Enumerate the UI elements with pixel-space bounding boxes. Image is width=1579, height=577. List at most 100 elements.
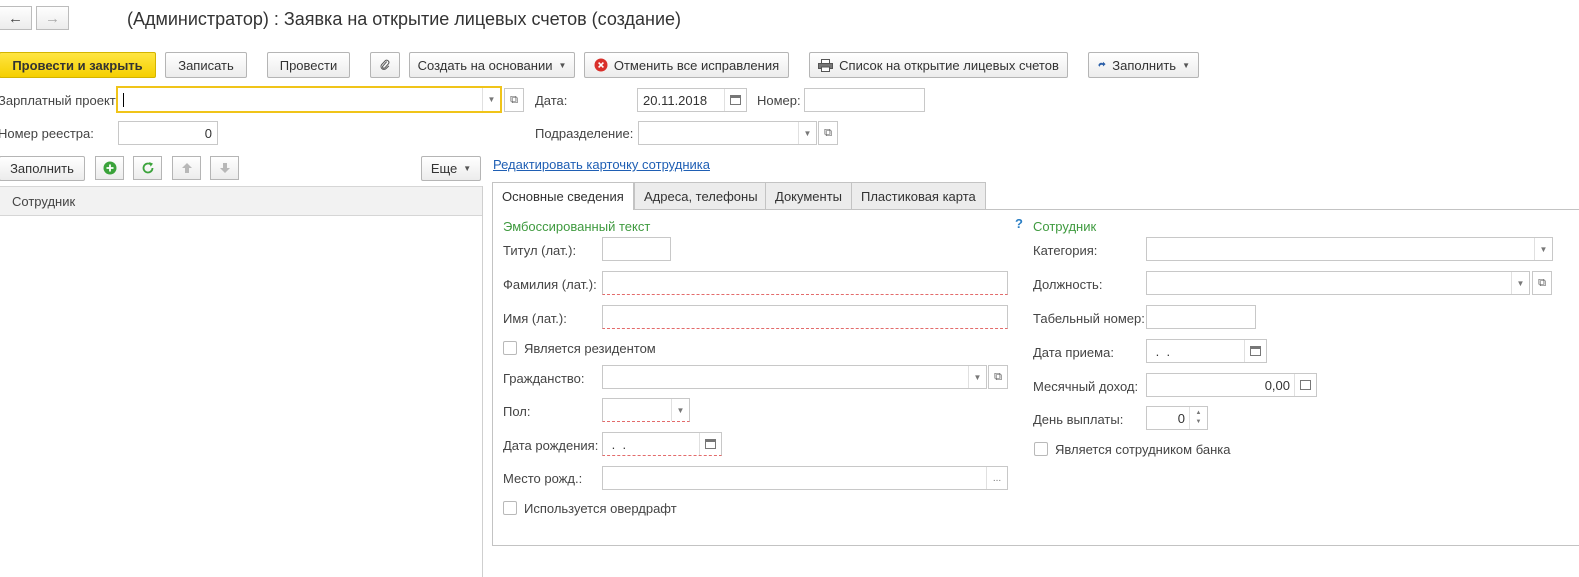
forward-button[interactable]: → [36, 6, 69, 30]
open-citizenship-button[interactable]: ⧉ [988, 365, 1008, 389]
window-title: (Администратор) : Заявка на открытие лиц… [127, 9, 682, 29]
category-field[interactable]: ▼ [1146, 237, 1553, 261]
dropdown-arrow-icon[interactable]: ▼ [671, 399, 689, 421]
birth-date-field[interactable]: . . [602, 432, 722, 456]
cancel-circle-icon [594, 58, 608, 72]
title-lat-field[interactable] [602, 237, 671, 261]
post-label: Провести [279, 57, 338, 73]
save-button[interactable]: Записать [165, 52, 247, 78]
tab-documents[interactable]: Документы [765, 182, 853, 209]
caret-down-icon: ▼ [463, 164, 472, 173]
employee-list[interactable] [0, 216, 482, 577]
post-button[interactable]: Провести [267, 52, 350, 78]
fill-menu-button[interactable]: Заполнить ▼ [1088, 52, 1199, 78]
edit-employee-card-link[interactable]: Редактировать карточку сотрудника [493, 157, 710, 172]
arrow-right-icon: → [45, 9, 60, 27]
number-field[interactable] [804, 88, 925, 112]
date-field[interactable]: 20.11.2018 [637, 88, 747, 112]
list-fill-label: Заполнить [10, 161, 74, 176]
calculator-icon [1300, 380, 1311, 390]
help-icon[interactable]: ? [1015, 216, 1023, 231]
tab-addresses-phones[interactable]: Адреса, телефоны [634, 182, 768, 209]
open-window-icon: ⧉ [824, 126, 832, 139]
calendar-button[interactable] [699, 433, 721, 455]
arrow-up-icon [181, 163, 192, 173]
resident-label: Является резидентом [524, 341, 656, 356]
fill-menu-label: Заполнить [1112, 57, 1177, 73]
monthly-income-label: Месячный доход: [1033, 379, 1139, 394]
division-field[interactable]: ▼ [638, 121, 817, 145]
dropdown-arrow-icon[interactable]: ▼ [968, 366, 986, 388]
cancel-corrections-button[interactable]: Отменить все исправления [584, 52, 789, 78]
arrow-left-icon: ← [8, 9, 23, 27]
refresh-button[interactable] [133, 156, 162, 180]
move-up-button[interactable] [172, 156, 201, 180]
text-cursor [123, 93, 124, 107]
salary-project-field[interactable]: ▼ [116, 86, 502, 113]
tab-addresses-phones-label: Адреса, телефоны [644, 188, 758, 204]
calendar-icon [705, 439, 716, 449]
open-division-button[interactable]: ⧉ [818, 121, 838, 145]
post-and-close-button[interactable]: Провести и закрыть [0, 52, 156, 78]
open-window-icon: ⧉ [510, 93, 518, 106]
hire-date-field[interactable]: . . [1146, 339, 1267, 363]
list-accounts-button[interactable]: Список на открытие лицевых счетов [809, 52, 1068, 78]
bank-employee-label: Является сотрудником банка [1055, 442, 1231, 457]
dropdown-arrow-icon[interactable]: ▼ [798, 122, 816, 144]
overdraft-checkbox[interactable] [503, 501, 517, 515]
caret-down-icon: ▼ [558, 60, 567, 70]
date-value: 20.11.2018 [643, 92, 708, 108]
tab-plastic-card-label: Пластиковая карта [861, 188, 976, 204]
resident-checkbox[interactable] [503, 341, 517, 355]
list-fill-button[interactable]: Заполнить [0, 156, 85, 181]
dropdown-arrow-icon[interactable]: ▼ [1511, 272, 1529, 294]
spinner-buttons[interactable]: ▲ ▼ [1189, 407, 1207, 429]
tab-plastic-card[interactable]: Пластиковая карта [851, 182, 986, 209]
citizenship-field[interactable]: ▼ [602, 365, 987, 389]
tab-number-field[interactable] [1146, 305, 1256, 329]
back-button[interactable]: ← [0, 6, 32, 30]
surname-lat-field[interactable] [602, 271, 1008, 295]
birth-place-field[interactable]: ... [602, 466, 1008, 490]
tab-number-label: Табельный номер: [1033, 311, 1145, 326]
dropdown-arrow-icon[interactable]: ▼ [482, 88, 500, 111]
list-accounts-label: Список на открытие лицевых счетов [839, 57, 1059, 73]
arrow-down-icon [219, 163, 230, 173]
pay-day-field[interactable]: 0 ▲ ▼ [1146, 406, 1208, 430]
create-based-on-button[interactable]: Создать на основании ▼ [409, 52, 575, 78]
add-row-button[interactable] [95, 156, 124, 180]
dropdown-arrow-icon[interactable]: ▼ [1534, 238, 1552, 260]
ellipsis-icon: ... [992, 472, 1002, 484]
more-button[interactable]: Еще ▼ [421, 156, 481, 181]
calendar-button[interactable] [724, 89, 746, 111]
spin-down-icon[interactable]: ▼ [1196, 418, 1202, 427]
printer-icon [818, 58, 834, 72]
column-header-employee[interactable]: Сотрудник [0, 186, 482, 216]
gender-label: Пол: [503, 404, 531, 419]
save-label: Записать [178, 57, 234, 73]
gender-field[interactable]: ▼ [602, 398, 690, 422]
attach-button[interactable] [370, 52, 400, 78]
title-lat-label: Титул (лат.): [503, 243, 577, 258]
paperclip-icon [380, 59, 390, 70]
bank-employee-checkbox[interactable] [1034, 442, 1048, 456]
spin-up-icon[interactable]: ▲ [1196, 409, 1202, 418]
position-field[interactable]: ▼ [1146, 271, 1530, 295]
monthly-income-value: 0,00 [1264, 377, 1290, 393]
pay-day-label: День выплаты: [1033, 412, 1124, 427]
plus-circle-icon [103, 161, 116, 175]
calculator-button[interactable] [1294, 374, 1316, 396]
registry-number-field[interactable]: 0 [118, 121, 218, 145]
move-down-button[interactable] [210, 156, 239, 180]
tab-basic-info[interactable]: Основные сведения [492, 182, 634, 210]
birth-date-value: . . [608, 436, 627, 452]
select-button[interactable]: ... [986, 467, 1007, 489]
open-position-button[interactable]: ⧉ [1532, 271, 1552, 295]
monthly-income-field[interactable]: 0,00 [1146, 373, 1317, 397]
name-lat-field[interactable] [602, 305, 1008, 329]
hire-date-value: . . [1152, 343, 1171, 359]
open-salary-project-button[interactable]: ⧉ [504, 88, 524, 112]
pay-day-value: 0 [1177, 410, 1185, 426]
calendar-button[interactable] [1244, 340, 1266, 362]
birth-place-label: Место рожд.: [503, 471, 583, 486]
